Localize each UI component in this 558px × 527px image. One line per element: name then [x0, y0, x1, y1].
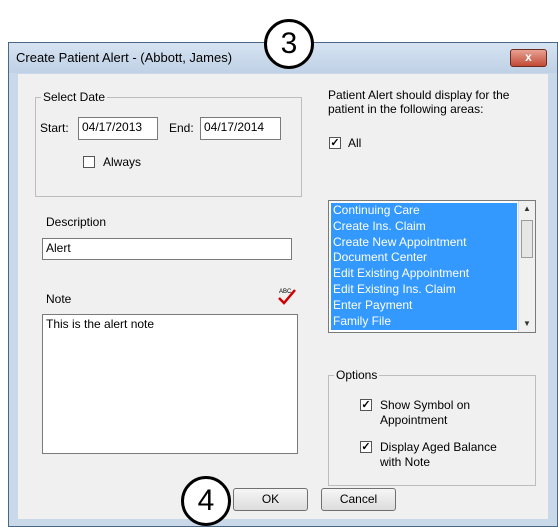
description-label: Description — [46, 215, 107, 229]
list-item[interactable]: Family File — [331, 314, 517, 330]
check-icon: ✓ — [330, 137, 340, 149]
options-group: Options ✓ Show Symbol on Appointment ✓ D… — [328, 368, 536, 486]
always-checkbox[interactable] — [83, 156, 95, 168]
select-date-legend: Select Date — [41, 90, 108, 104]
spellcheck-icon[interactable]: ABC — [276, 286, 298, 306]
note-textarea[interactable]: This is the alert note — [42, 314, 298, 454]
all-checkbox[interactable]: ✓ — [329, 137, 341, 149]
aged-balance-checkbox[interactable]: ✓ — [360, 441, 372, 453]
show-symbol-label: Show Symbol on Appointment — [380, 398, 471, 427]
check-icon: ✓ — [361, 441, 371, 453]
ok-button[interactable]: OK — [233, 488, 308, 511]
list-item[interactable]: Enter Payment — [331, 298, 517, 314]
dialog-body: Select Date Start: 04/17/2013 End: 04/17… — [18, 74, 548, 519]
show-symbol-checkbox[interactable]: ✓ — [360, 399, 372, 411]
list-item[interactable]: Continuing Care — [331, 203, 517, 219]
step-3-callout: 3 — [264, 19, 314, 69]
step-4-callout: 4 — [181, 476, 231, 526]
note-label: Note — [46, 292, 72, 306]
start-date-field[interactable]: 04/17/2013 — [78, 117, 158, 140]
list-item[interactable]: Create New Appointment — [331, 235, 517, 251]
listbox-scrollbar[interactable]: ▲ ▼ — [518, 201, 535, 332]
display-areas-heading: Patient Alert should display for the pat… — [328, 88, 510, 116]
aged-balance-label: Display Aged Balance with Note — [380, 440, 497, 469]
list-item[interactable]: Edit Existing Ins. Claim — [331, 282, 517, 298]
end-date-field[interactable]: 04/17/2014 — [200, 117, 281, 140]
close-button[interactable]: x — [510, 49, 547, 67]
display-areas-listbox[interactable]: Continuing Care Create Ins. Claim Create… — [328, 200, 536, 333]
close-icon: x — [525, 50, 532, 64]
display-areas-items: Continuing Care Create Ins. Claim Create… — [331, 203, 517, 330]
scroll-up-icon[interactable]: ▲ — [519, 201, 535, 217]
list-item[interactable]: Create Ins. Claim — [331, 219, 517, 235]
description-field[interactable]: Alert — [42, 238, 292, 260]
scroll-down-icon[interactable]: ▼ — [519, 316, 535, 332]
create-patient-alert-dialog: Create Patient Alert - (Abbott, James) x… — [8, 42, 558, 527]
list-item[interactable]: Edit Existing Appointment — [331, 266, 517, 282]
list-item[interactable]: Document Center — [331, 250, 517, 266]
check-icon: ✓ — [361, 399, 371, 411]
select-date-group: Select Date Start: 04/17/2013 End: 04/17… — [35, 90, 302, 197]
dialog-title: Create Patient Alert - (Abbott, James) — [16, 50, 233, 65]
cancel-button[interactable]: Cancel — [321, 488, 396, 511]
scroll-thumb[interactable] — [521, 220, 533, 258]
start-label: Start: — [40, 121, 69, 135]
options-legend: Options — [334, 368, 380, 382]
end-label: End: — [169, 121, 194, 135]
all-label: All — [348, 136, 362, 150]
always-label: Always — [103, 155, 142, 169]
